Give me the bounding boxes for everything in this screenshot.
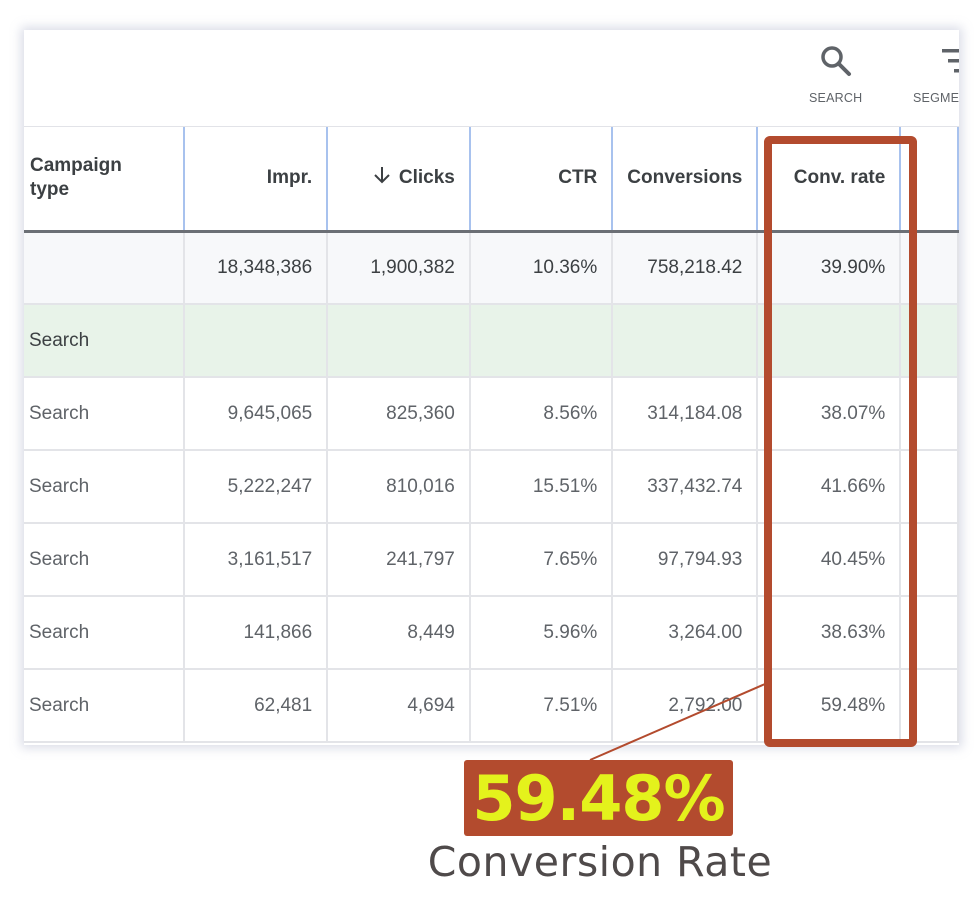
total-impr: 18,348,386 [184, 231, 329, 305]
column-header-conv-rate[interactable]: Conv. rate [757, 127, 902, 233]
group-row[interactable]: Search [24, 304, 959, 378]
segment-button[interactable]: SEGMENT [913, 44, 959, 105]
cell-impr: 141,866 [184, 596, 329, 670]
group-campaign-type: Search [24, 304, 186, 378]
cell-conv-rate: 40.45% [757, 523, 902, 597]
cell-conv-rate: 38.07% [757, 377, 902, 451]
overflow-cell [900, 450, 959, 524]
table-row[interactable]: Search 62,481 4,694 7.51% 2,792.00 59.48… [24, 669, 959, 743]
callout-caption: Conversion Rate [427, 838, 773, 886]
cell-campaign-type: Search [24, 377, 186, 451]
group-cell [900, 304, 959, 378]
table-row[interactable]: Search 3,161,517 241,797 7.65% 97,794.93… [24, 523, 959, 597]
total-ctr: 10.36% [469, 231, 614, 305]
filter-lines-icon [922, 44, 959, 83]
table-row[interactable]: Search 5,222,247 810,016 15.51% 337,432.… [24, 450, 959, 524]
search-icon [819, 44, 853, 83]
total-conv-rate: 39.90% [757, 231, 902, 305]
cell-clicks: 810,016 [327, 450, 471, 524]
cell-clicks: 825,360 [327, 377, 471, 451]
report-table-panel: SEARCH SEGMENT Campaign type [24, 30, 959, 745]
callout-badge: 59.48% [464, 760, 733, 836]
cell-impr: 62,481 [184, 669, 329, 743]
total-conversions: 758,218.42 [612, 231, 759, 305]
cell-campaign-type: Search [24, 450, 186, 524]
cell-conversions: 3,264.00 [612, 596, 759, 670]
table-row[interactable]: Search 9,645,065 825,360 8.56% 314,184.0… [24, 377, 959, 451]
overflow-cell [900, 523, 959, 597]
column-header-clicks[interactable]: Clicks [327, 127, 471, 233]
column-header-campaign-type[interactable]: Campaign type [24, 127, 186, 233]
cell-ctr: 8.56% [469, 377, 614, 451]
cell-campaign-type: Search [24, 669, 186, 743]
overflow-cell [900, 377, 959, 451]
cell-clicks: 8,449 [327, 596, 471, 670]
column-header-overflow [900, 127, 959, 233]
cell-conversions: 337,432.74 [612, 450, 759, 524]
overflow-cell [900, 231, 959, 305]
group-cell [469, 304, 614, 378]
cell-ctr: 7.51% [469, 669, 614, 743]
segment-button-label: SEGMENT [913, 91, 959, 105]
group-cell [612, 304, 759, 378]
cell-ctr: 15.51% [469, 450, 614, 524]
group-cell [757, 304, 902, 378]
cell-conv-rate: 38.63% [757, 596, 902, 670]
cell-campaign-type: Search [24, 596, 186, 670]
cell-conversions: 97,794.93 [612, 523, 759, 597]
sort-descending-icon [373, 165, 391, 191]
cell-impr: 5,222,247 [184, 450, 329, 524]
cell-conv-rate: 59.48% [757, 669, 902, 743]
cell-conversions: 2,792.00 [612, 669, 759, 743]
cell-campaign-type: Search [24, 523, 186, 597]
total-clicks: 1,900,382 [327, 231, 471, 305]
cell-conv-rate: 41.66% [757, 450, 902, 524]
search-button-label: SEARCH [809, 91, 863, 105]
total-row: 18,348,386 1,900,382 10.36% 758,218.42 3… [24, 231, 959, 305]
cell-ctr: 5.96% [469, 596, 614, 670]
table-row[interactable]: Search 141,866 8,449 5.96% 3,264.00 38.6… [24, 596, 959, 670]
toolbar: SEARCH SEGMENT [24, 30, 959, 127]
overflow-cell [900, 596, 959, 670]
cell-conversions: 314,184.08 [612, 377, 759, 451]
overflow-cell [900, 669, 959, 743]
column-header-impr[interactable]: Impr. [184, 127, 329, 233]
cell-impr: 3,161,517 [184, 523, 329, 597]
column-header-conversions[interactable]: Conversions [612, 127, 759, 233]
column-header-ctr[interactable]: CTR [469, 127, 614, 233]
callout-value: 59.48% [472, 761, 725, 835]
campaign-table: Campaign type Impr. Clicks CTR Conversio… [24, 127, 959, 743]
cell-ctr: 7.65% [469, 523, 614, 597]
search-button[interactable]: SEARCH [809, 44, 862, 105]
group-cell [327, 304, 471, 378]
total-campaign-type [24, 231, 186, 305]
cell-clicks: 4,694 [327, 669, 471, 743]
group-cell [184, 304, 329, 378]
cell-clicks: 241,797 [327, 523, 471, 597]
cell-impr: 9,645,065 [184, 377, 329, 451]
header-row: Campaign type Impr. Clicks CTR Conversio… [24, 127, 959, 233]
